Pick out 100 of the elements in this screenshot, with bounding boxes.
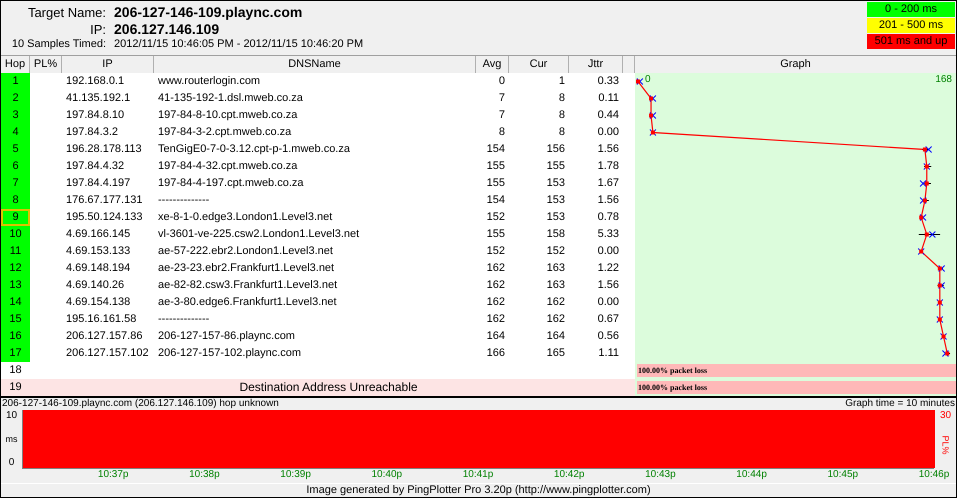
dns-name-cell-text: 197-84-3-2.cpt.mweb.co.za xyxy=(157,125,292,140)
y-axis-tick: 30 xyxy=(940,410,952,421)
dns-name-cell-text: ae-23-23.ebr2.Frankfurt1.Level3.net xyxy=(157,261,336,276)
ip-cell-text: 192.168.0.1 xyxy=(65,74,126,89)
hop-number[interactable]: 14 xyxy=(1,294,30,311)
target-ip: 206.127.146.109 xyxy=(114,21,220,37)
legend-swatch: 501 ms and up xyxy=(867,34,955,49)
hop-number[interactable]: 15 xyxy=(1,311,30,328)
y-axis-tick: 10 xyxy=(6,410,18,421)
unreachable-message: Destination Address Unreachable xyxy=(239,380,418,394)
column-header[interactable] xyxy=(623,56,635,73)
ip-cell-text: 196.28.178.113 xyxy=(65,142,143,157)
cur-cell-text: 8 xyxy=(558,125,566,140)
avg-cell-text: 0 xyxy=(498,74,506,89)
jitter-cell-text: 1.56 xyxy=(596,278,620,293)
dns-name-cell-text: ae-57-222.ebr2.London1.Level3.net xyxy=(157,244,334,259)
jitter-cell-text: 5.33 xyxy=(596,227,620,242)
hop-number[interactable]: 13 xyxy=(1,277,30,294)
dns-name-cell-text: -------------- xyxy=(157,193,210,208)
dns-name-cell-text: ae-82-82.csw3.Frankfurt1.Level3.net xyxy=(157,278,338,293)
ip-cell-text: 197.84.3.2 xyxy=(65,125,119,140)
avg-cell-text: 154 xyxy=(486,193,506,208)
jitter-cell-text: 0.00 xyxy=(596,244,620,259)
history-title: 206-127-146-109.plaync.com (206.127.146.109) hop unknown xyxy=(2,398,279,410)
hop-number[interactable]: 2 xyxy=(1,90,30,107)
column-header[interactable]: PL% xyxy=(30,56,62,73)
hop-number[interactable]: 6 xyxy=(1,158,30,175)
ip-cell-text: 195.16.161.58 xyxy=(65,312,138,327)
cur-cell-text: 162 xyxy=(546,295,566,310)
dns-name-cell-text: www.routerlogin.com xyxy=(157,74,262,89)
hop-number[interactable]: 7 xyxy=(1,175,30,192)
y-axis-unit: ms xyxy=(6,434,18,444)
avg-cell-text: 7 xyxy=(498,91,506,106)
hop-number[interactable]: 5 xyxy=(1,141,30,158)
jitter-cell-text: 0.00 xyxy=(596,295,620,310)
time-tick-label: 10:44p xyxy=(736,469,767,480)
cur-cell-text: 164 xyxy=(546,329,566,344)
avg-cell-text: 164 xyxy=(486,329,506,344)
column-header[interactable]: DNSName xyxy=(154,56,476,73)
hop-number[interactable]: 17 xyxy=(1,345,30,362)
ip-cell-text: 41.135.192.1 xyxy=(65,91,132,106)
cur-cell-text: 1 xyxy=(558,74,566,89)
jitter-cell-text: 1.56 xyxy=(596,142,620,157)
ip-cell-text: 4.69.154.138 xyxy=(65,295,132,310)
target-name: 206-127-146-109.plaync.com xyxy=(114,4,302,20)
cur-cell-text: 156 xyxy=(546,142,566,157)
jitter-cell-text: 0.78 xyxy=(596,210,620,225)
jitter-cell-text: 0.00 xyxy=(596,125,620,140)
column-header[interactable]: Jttr xyxy=(569,56,623,73)
hop-number[interactable]: 4 xyxy=(1,124,30,141)
column-header[interactable]: IP xyxy=(62,56,154,73)
hop-number[interactable]: 12 xyxy=(1,260,30,277)
ip-cell-text: 4.69.148.194 xyxy=(65,261,132,276)
y-axis-tick: 0 xyxy=(8,457,14,468)
target-name-label: Target Name: xyxy=(26,5,107,20)
dns-name-cell-text: 197-84-4-197.cpt.mweb.co.za xyxy=(157,176,305,191)
hop-number[interactable]: 10 xyxy=(1,226,30,243)
ip-cell-text: 206.127.157.86 xyxy=(65,329,144,344)
cur-cell-text: 163 xyxy=(546,261,566,276)
cur-cell-text: 163 xyxy=(546,278,566,293)
dns-name-cell-text: vl-3601-ve-225.csw2.London1.Level3.net xyxy=(157,227,360,242)
column-header[interactable]: Graph xyxy=(635,56,956,73)
y-axis-unit: PL% xyxy=(940,435,950,454)
avg-cell-text: 162 xyxy=(486,312,506,327)
column-header[interactable]: Hop xyxy=(1,56,30,73)
jitter-cell-text: 1.22 xyxy=(596,261,620,276)
hop-number[interactable]: 11 xyxy=(1,243,30,260)
samples-label: 10 Samples Timed: xyxy=(10,38,107,50)
hop-number[interactable]: 19 xyxy=(1,379,30,396)
avg-cell-text: 162 xyxy=(486,278,506,293)
hop-number[interactable]: 8 xyxy=(1,192,30,209)
ip-cell-text: 206.127.157.102 xyxy=(65,346,150,361)
hop-number[interactable]: 1 xyxy=(1,73,30,90)
cur-cell-text: 162 xyxy=(546,312,566,327)
jitter-cell-text: 0.11 xyxy=(597,91,620,106)
jitter-cell-text: 1.67 xyxy=(596,176,620,191)
cur-cell-text: 8 xyxy=(558,108,566,123)
dns-name-cell-text: xe-8-1-0.edge3.London1.Level3.net xyxy=(157,210,334,225)
jitter-cell-text: 1.78 xyxy=(596,159,620,174)
cur-cell-text: 152 xyxy=(546,244,566,259)
jitter-cell-text: 0.67 xyxy=(596,312,620,327)
packet-loss-bar: 100.00% packet loss xyxy=(637,381,956,394)
column-header[interactable]: Avg xyxy=(476,56,509,73)
cur-cell-text: 153 xyxy=(546,210,566,225)
dns-name-cell-text: 197-84-8-10.cpt.mweb.co.za xyxy=(157,108,298,123)
hop-number[interactable]: 9 xyxy=(1,209,30,226)
avg-cell-text: 162 xyxy=(486,261,506,276)
hop-number[interactable]: 16 xyxy=(1,328,30,345)
ip-cell-text: 4.69.166.145 xyxy=(65,227,132,242)
time-tick-label: 10:46p xyxy=(918,469,950,480)
ip-cell-text: 197.84.4.197 xyxy=(65,176,132,191)
ip-cell-text: 197.84.4.32 xyxy=(65,159,126,174)
hop-number[interactable]: 18 xyxy=(1,362,30,379)
hop-number[interactable]: 3 xyxy=(1,107,30,124)
jitter-cell-text: 0.33 xyxy=(596,74,620,89)
dns-name-cell-text: 206-127-157-86.plaync.com xyxy=(157,329,296,344)
graph-time-label: Graph time = 10 minutes xyxy=(845,398,955,410)
avg-cell-text: 155 xyxy=(486,227,506,242)
dns-name-cell-text: 41-135-192-1.dsl.mweb.co.za xyxy=(157,91,304,106)
column-header[interactable]: Cur xyxy=(509,56,569,73)
